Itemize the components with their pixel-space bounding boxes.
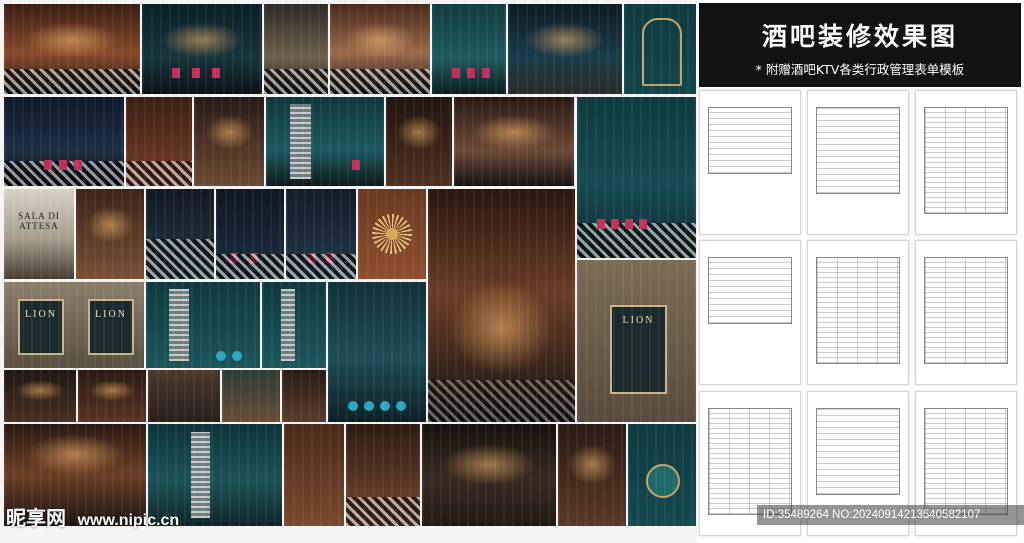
photo-neon-lounge — [4, 97, 124, 186]
photo-bottle-display — [264, 4, 328, 94]
photo-lion-door: LION — [577, 260, 696, 422]
photo-geometric-shelf — [624, 4, 696, 94]
image-id-bar: ID:35489264 NO:20240914213540582107 — [757, 505, 1024, 525]
watermark-url: www.nipic.cn — [77, 512, 180, 529]
photo-copper-corridor — [4, 4, 140, 94]
form-thumbnail — [915, 90, 1017, 235]
lion-sign-c: LION — [622, 315, 655, 327]
photo-lion-facade: LION LION — [4, 282, 144, 368]
photo-copper-bar-1 — [126, 97, 192, 186]
photo-sala-di-attesa: SALA DI ATTESA — [4, 189, 74, 279]
photo-pink-chairs — [286, 189, 356, 279]
photo-blue-stools-bar — [328, 282, 426, 422]
panel-title: 酒吧装修效果图 — [761, 22, 958, 51]
form-thumbnail — [915, 240, 1017, 385]
photo-teal-bar-lounge — [142, 4, 262, 94]
photo-brick-doorway — [148, 370, 220, 422]
watermark-brand: 昵享网 — [6, 508, 66, 530]
photo-orange-seats — [558, 424, 626, 526]
panel-subtitle: * 附赠酒吧KTV各类行政管理表单模板 — [755, 62, 965, 77]
photo-teal-pillar-bar — [266, 97, 384, 186]
photo-geometric-teal-wall — [628, 424, 696, 526]
lion-sign-a: LION — [25, 309, 57, 321]
photo-copper-bar-2 — [194, 97, 264, 186]
sala-di-attesa-sign: SALA DI ATTESA — [18, 210, 60, 231]
panel-header: 酒吧装修效果图 * 附赠酒吧KTV各类行政管理表单模板 — [699, 3, 1021, 87]
bar-photo-collage: SALA DI ATTESA LION LION LION 昵享网 www.nip… — [0, 0, 697, 543]
form-thumbnail — [699, 240, 801, 385]
sunburst-ornament-icon — [372, 214, 412, 254]
photo-dark-wood-bar — [386, 97, 452, 186]
photo-teal-pillar-3 — [262, 282, 326, 368]
photo-shelf-nook — [282, 370, 326, 422]
photo-round-bar — [454, 97, 574, 186]
photo-dessert-counter — [76, 189, 144, 279]
photo-dining-tables — [422, 424, 556, 526]
photo-bar-entrance-large — [428, 189, 575, 422]
photo-blue-lounge-chairs — [216, 189, 284, 279]
site-watermark: 昵享网 www.nipic.cn — [6, 502, 179, 531]
form-thumbnail — [699, 90, 801, 235]
photo-wood-gallery — [284, 424, 344, 526]
lion-sign-b: LION — [95, 309, 127, 321]
photo-teal-pillar-2 — [146, 282, 260, 368]
form-thumbnail — [807, 240, 909, 385]
photo-teal-copper-mix — [222, 370, 280, 422]
form-thumbnail — [807, 90, 909, 235]
photo-copper-hall — [346, 424, 420, 526]
photo-copper-lounge — [78, 370, 146, 422]
form-templates-panel: 酒吧装修效果图 * 附赠酒吧KTV各类行政管理表单模板 — [697, 0, 1024, 543]
photo-entrance-hall — [330, 4, 430, 94]
photo-bar-counter-blue — [508, 4, 622, 94]
photo-sunburst-wall — [358, 189, 426, 279]
photo-red-booth-row — [577, 97, 696, 258]
photo-zigzag-floor — [146, 189, 214, 279]
photo-teal-booths — [432, 4, 506, 94]
photo-orange-lounge — [4, 370, 76, 422]
